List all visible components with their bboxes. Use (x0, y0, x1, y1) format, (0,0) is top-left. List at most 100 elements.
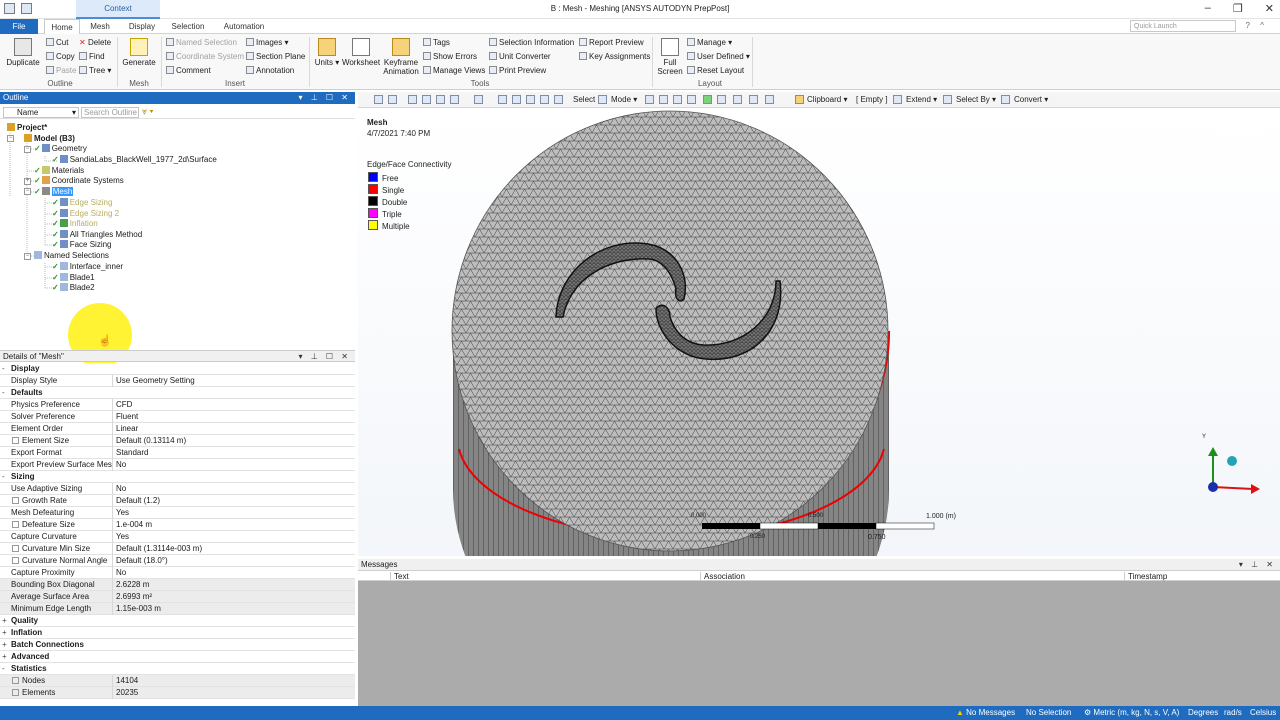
zoom-to-fit-icon[interactable] (540, 95, 549, 104)
mode-dropdown[interactable]: Mode ▾ (611, 95, 637, 104)
expand-icon[interactable]: + (2, 651, 7, 662)
details-row[interactable]: Nodes 14104 (0, 675, 355, 687)
parameter-checkbox[interactable] (12, 557, 19, 564)
quick-launch-input[interactable]: Quick Launch (1130, 20, 1236, 32)
property-value[interactable]: 2.6993 m² (112, 591, 355, 603)
paste-button[interactable]: Paste (46, 66, 76, 75)
details-section[interactable]: - Defaults (0, 387, 355, 399)
property-value[interactable]: 2.6228 m (112, 579, 355, 591)
tree-node-surface[interactable]: ✓ SandiaLabs_BlackWell_1977_2d\Surface (52, 155, 217, 165)
details-section[interactable]: + Quality (0, 615, 355, 627)
details-row[interactable]: Bounding Box Diagonal 2.6228 m (0, 579, 355, 591)
details-row[interactable]: Curvature Normal Angle Default (18.0°) (0, 555, 355, 567)
tree-node-blade2[interactable]: ✓ Blade2 (52, 283, 95, 293)
details-section[interactable]: + Inflation (0, 627, 355, 639)
pan-icon[interactable] (498, 95, 507, 104)
full-screen-button[interactable]: Full Screen (655, 38, 685, 76)
select-by-icon[interactable] (943, 95, 952, 104)
find-button[interactable]: Find (79, 52, 105, 61)
filter-icon[interactable]: ⩔ ▾ (142, 106, 153, 117)
generate-button[interactable]: Generate (120, 38, 158, 67)
column-timestamp[interactable]: Timestamp (1124, 572, 1274, 581)
duplicate-button[interactable]: Duplicate (6, 38, 40, 67)
column-text[interactable]: Text (390, 572, 700, 581)
property-value[interactable]: No (112, 483, 355, 495)
parameter-checkbox[interactable] (12, 545, 19, 552)
tree-node-geometry[interactable]: ✓ Geometry (34, 144, 87, 154)
cut-button[interactable]: Cut (46, 38, 68, 47)
details-section[interactable]: - Sizing (0, 471, 355, 483)
named-selection-button[interactable]: Named Selection (166, 38, 237, 47)
parameter-checkbox[interactable] (12, 689, 19, 696)
details-section[interactable]: - Statistics (0, 663, 355, 675)
details-row[interactable]: Minimum Edge Length 1.15e-003 m (0, 603, 355, 615)
select-label[interactable]: Select (573, 95, 595, 104)
details-row[interactable]: Export Preview Surface Mesh No (0, 459, 355, 471)
extend-dropdown[interactable]: Extend ▾ (906, 95, 937, 104)
details-row[interactable]: Element Size Default (0.13114 m) (0, 435, 355, 447)
tags-button[interactable]: Tags (423, 38, 450, 47)
messages-status[interactable]: ▲ No Messages (956, 706, 1015, 720)
coordinate-system-button[interactable]: Coordinate System (166, 52, 244, 61)
tab-home[interactable]: Home (44, 19, 80, 34)
property-value[interactable]: Yes (112, 507, 355, 519)
property-value[interactable]: Fluent (112, 411, 355, 423)
tree-node-mesh[interactable]: ✓ Mesh (34, 187, 74, 197)
details-row[interactable]: Elements 20235 (0, 687, 355, 699)
search-outline-input[interactable]: Search Outline (81, 107, 139, 118)
property-value[interactable]: No (112, 567, 355, 579)
panel-controls[interactable]: ▾ ⊥ ☐ ✕ (298, 92, 351, 104)
clipboard-dropdown[interactable]: Clipboard ▾ (807, 95, 848, 104)
select-node-icon[interactable] (717, 95, 726, 104)
select-by-dropdown[interactable]: Select By ▾ (956, 95, 996, 104)
select-body-icon[interactable] (687, 95, 696, 104)
property-value[interactable]: Use Geometry Setting (112, 375, 355, 387)
print-preview-button[interactable]: Print Preview (489, 66, 546, 75)
section-plane-button[interactable]: Section Plane (246, 52, 305, 61)
property-value[interactable]: Yes (112, 531, 355, 543)
annotation-button[interactable]: Annotation (246, 66, 294, 75)
select-mesh-icon[interactable] (733, 95, 742, 104)
details-row[interactable]: Display Style Use Geometry Setting (0, 375, 355, 387)
details-row[interactable]: Capture Proximity No (0, 567, 355, 579)
tree-node-model[interactable]: Model (B3) (24, 134, 75, 144)
select-face-icon[interactable] (673, 95, 682, 104)
tree-node-edge-sizing[interactable]: ✓ Edge Sizing (52, 198, 112, 208)
details-section[interactable]: + Batch Connections (0, 639, 355, 651)
property-value[interactable]: Default (18.0°) (112, 555, 355, 567)
property-value[interactable]: No (112, 459, 355, 471)
property-value[interactable]: 20235 (112, 687, 355, 699)
help-icon[interactable]: ? (1246, 21, 1250, 30)
tree-node-inflation[interactable]: ✓ Inflation (52, 219, 98, 229)
view-mode-icon[interactable] (408, 95, 417, 104)
select-vertex-icon[interactable] (645, 95, 654, 104)
unit-converter-button[interactable]: Unit Converter (489, 52, 551, 61)
tab-selection[interactable]: Selection (168, 19, 208, 34)
wireframe-icon[interactable] (436, 95, 445, 104)
copy-button[interactable]: Copy (46, 52, 75, 61)
details-row[interactable]: Capture Curvature Yes (0, 531, 355, 543)
property-value[interactable]: Default (1.3114e-003 m) (112, 543, 355, 555)
zoom-icon[interactable] (512, 95, 521, 104)
collapse-icon[interactable]: - (2, 471, 5, 482)
expand-icon[interactable]: + (2, 627, 7, 638)
ribbon-collapse-icon[interactable]: ^ (1260, 21, 1264, 30)
box-zoom-icon[interactable] (526, 95, 535, 104)
comment-button[interactable]: Comment (166, 66, 211, 75)
angle-units-status[interactable]: Degrees (1188, 706, 1218, 720)
collapse-toggle[interactable]: − (24, 146, 31, 153)
context-tab[interactable]: Context (76, 0, 160, 19)
parameter-checkbox[interactable] (12, 437, 19, 444)
property-value[interactable]: Standard (112, 447, 355, 459)
units-button[interactable]: Units ▾ (313, 38, 341, 67)
magnifier-icon[interactable] (554, 95, 563, 104)
manage-views-button[interactable]: Manage Views (423, 66, 485, 75)
details-section[interactable]: + Advanced (0, 651, 355, 663)
tree-node-face-sizing[interactable]: ✓ Face Sizing (52, 240, 112, 250)
property-value[interactable]: 1.15e-003 m (112, 603, 355, 615)
manage-button[interactable]: Manage ▾ (687, 38, 732, 47)
tree-node-blade1[interactable]: ✓ Blade1 (52, 273, 95, 283)
key-assignments-button[interactable]: Key Assignments (579, 52, 650, 61)
details-row[interactable]: Mesh Defeaturing Yes (0, 507, 355, 519)
details-row[interactable]: Use Adaptive Sizing No (0, 483, 355, 495)
